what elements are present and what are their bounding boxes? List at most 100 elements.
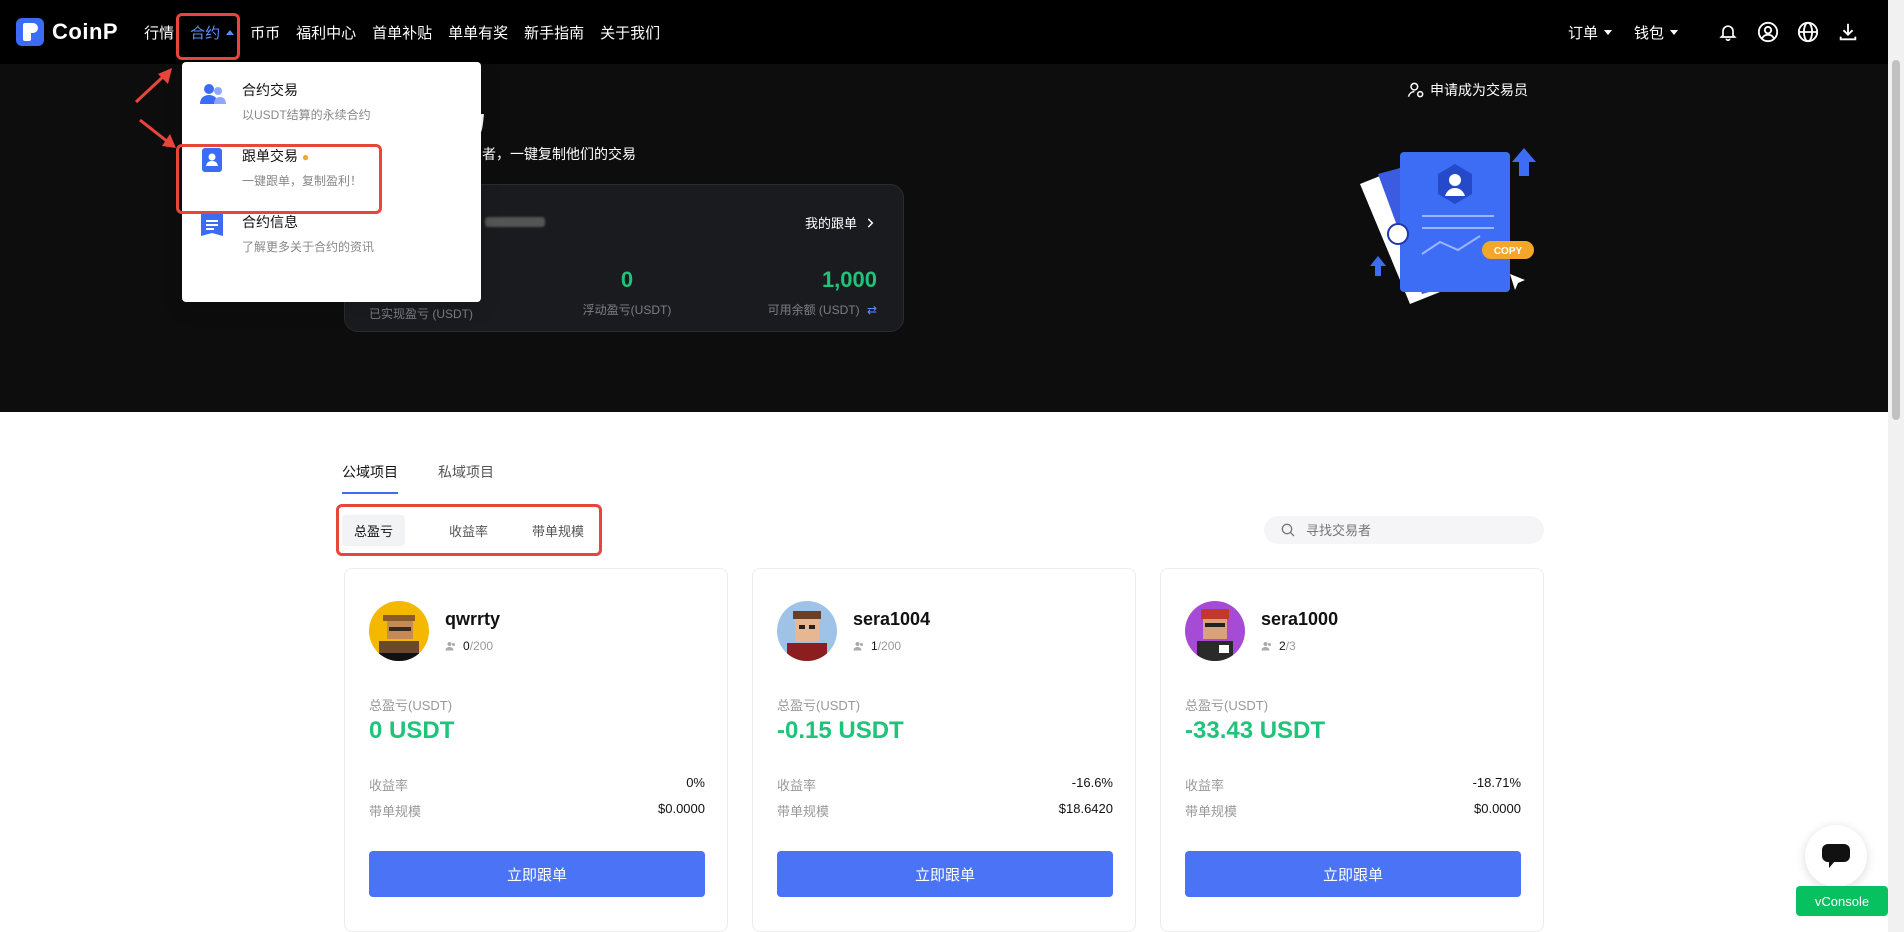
- user-icon[interactable]: [1756, 20, 1780, 44]
- globe-icon[interactable]: [1796, 20, 1820, 44]
- stat-floating-pnl: 0 浮动盈亏(USDT): [577, 267, 677, 318]
- dropdown-item-title: 合约信息: [242, 214, 298, 230]
- tab-public[interactable]: 公域项目: [342, 462, 398, 494]
- search-icon: [1281, 523, 1295, 537]
- follow-now-button[interactable]: 立即跟单: [369, 851, 705, 897]
- top-navbar: CoinP 行情 合约 币币 福利中心 首单补贴 单单有奖 新手指南 关于我们 …: [0, 0, 1888, 64]
- scrollbar-thumb[interactable]: [1892, 60, 1900, 420]
- bell-icon[interactable]: [1716, 20, 1740, 44]
- sort-total-pnl[interactable]: 总盈亏: [342, 514, 405, 546]
- tab-private[interactable]: 私域项目: [438, 462, 494, 494]
- dropdown-item-title: 合约交易: [242, 82, 298, 98]
- nav-item-guide[interactable]: 新手指南: [524, 22, 584, 43]
- nav-item-order-prize[interactable]: 单单有奖: [448, 22, 508, 43]
- stat-label: 可用余额 (USDT): [767, 303, 860, 317]
- nav-item-about[interactable]: 关于我们: [600, 22, 660, 43]
- nav-right: 订单 钱包: [1568, 0, 1860, 64]
- orders-menu[interactable]: 订单: [1568, 22, 1612, 43]
- follower-current: 2: [1279, 639, 1286, 653]
- vconsole-button[interactable]: vConsole: [1796, 886, 1888, 916]
- document-icon: [201, 214, 223, 236]
- my-follow-label: 我的跟单: [804, 216, 857, 231]
- roi-value: 0%: [686, 775, 705, 790]
- follower-count: 1/200: [853, 639, 901, 653]
- roi-label: 收益率: [1185, 778, 1225, 793]
- pnl-label: 总盈亏(USDT): [1185, 698, 1269, 713]
- aum-label: 带单规模: [1185, 804, 1238, 819]
- roi-value: -16.6%: [1071, 775, 1113, 790]
- nav-item-rewards[interactable]: 福利中心: [296, 22, 356, 43]
- follower-capacity: 200: [881, 639, 902, 653]
- aum-label: 带单规模: [777, 804, 830, 819]
- nav-item-spot[interactable]: 币币: [250, 22, 280, 43]
- logo-icon: [16, 18, 44, 46]
- page-scrollbar[interactable]: [1888, 0, 1904, 932]
- follower-capacity: 200: [473, 639, 494, 653]
- roi-row: 收益率 -16.6%: [777, 775, 1113, 794]
- pnl-label: 总盈亏(USDT): [369, 698, 453, 713]
- trader-card: qwrrty 0/200 总盈亏(USDT) 0 USDT 收益率 0% 带单规…: [344, 568, 728, 932]
- download-icon[interactable]: [1836, 20, 1860, 44]
- dropdown-item-contract-trade[interactable]: 合约交易 以USDT结算的永续合约: [198, 74, 468, 130]
- pnl-value: -0.15 USDT: [777, 717, 904, 744]
- dropdown-item-desc: 以USDT结算的永续合约: [242, 108, 371, 122]
- roi-row: 收益率 0%: [369, 775, 705, 794]
- follower-current: 0: [463, 639, 470, 653]
- aum-value: $18.6420: [1058, 801, 1113, 816]
- follower-current: 1: [871, 639, 878, 653]
- wallet-menu[interactable]: 钱包: [1634, 22, 1678, 43]
- transfer-icon[interactable]: ⇄: [867, 303, 877, 317]
- people-icon: [853, 642, 863, 651]
- stat-value: 1,000: [821, 267, 877, 292]
- orders-label: 订单: [1567, 24, 1598, 42]
- annotation-arrow-icon: [139, 118, 176, 148]
- blurred-username: [485, 217, 545, 227]
- nav-item-first-subsidy[interactable]: 首单补贴: [372, 22, 432, 43]
- my-follow-link[interactable]: 我的跟单: [805, 213, 877, 232]
- stat-value: 0: [620, 267, 634, 292]
- chat-icon: [1822, 844, 1850, 868]
- copy-trading-illustration: COPY: [1360, 148, 1536, 304]
- aum-row: 带单规模 $0.0000: [1185, 801, 1521, 820]
- pnl-label: 总盈亏(USDT): [777, 698, 861, 713]
- pnl-value: -33.43 USDT: [1185, 717, 1326, 744]
- trader-name[interactable]: sera1000: [1261, 609, 1338, 630]
- page: CoinP 行情 合约 币币 福利中心 首单补贴 单单有奖 新手指南 关于我们 …: [0, 0, 1904, 932]
- annotation-arrow-icon: [134, 68, 172, 104]
- aum-label: 带单规模: [369, 804, 422, 819]
- trader-name[interactable]: qwrrty: [445, 609, 500, 630]
- stat-available-balance: 1,000 可用余额 (USDT) ⇄: [768, 267, 877, 318]
- caret-down-icon: [1603, 29, 1612, 35]
- aum-row: 带单规模 $18.6420: [777, 801, 1113, 820]
- annotation-box-copy-trade: [176, 144, 382, 214]
- brand-logo[interactable]: CoinP: [16, 18, 118, 46]
- chat-support-button[interactable]: [1805, 825, 1867, 887]
- apply-trader-link[interactable]: 申请成为交易员: [1406, 80, 1528, 100]
- roi-label: 收益率: [777, 778, 817, 793]
- apply-trader-label: 申请成为交易员: [1430, 82, 1528, 98]
- aum-row: 带单规模 $0.0000: [369, 801, 705, 820]
- follower-count: 2/3: [1261, 639, 1296, 653]
- chevron-right-icon: [867, 217, 874, 228]
- dropdown-item-desc: 了解更多关于合约的资讯: [242, 240, 375, 254]
- caret-down-icon: [1670, 29, 1678, 35]
- follow-now-button[interactable]: 立即跟单: [777, 851, 1113, 897]
- follow-now-button[interactable]: 立即跟单: [1185, 851, 1521, 897]
- avatar[interactable]: [1185, 601, 1245, 661]
- search-input[interactable]: [1306, 522, 1506, 538]
- people-icon: [1261, 642, 1271, 651]
- nav-item-market[interactable]: 行情: [144, 22, 174, 43]
- roi-value: -18.71%: [1472, 775, 1521, 790]
- user-settings-icon: [1407, 82, 1424, 98]
- roi-label: 收益率: [369, 778, 409, 793]
- wallet-label: 钱包: [1633, 24, 1664, 42]
- sort-aum[interactable]: 带单规模: [520, 515, 596, 546]
- follower-capacity: 3: [1289, 639, 1296, 653]
- sort-roi[interactable]: 收益率: [437, 515, 500, 546]
- sort-options: 总盈亏 收益率 带单规模: [342, 514, 596, 546]
- stat-label: 浮动盈亏(USDT): [582, 303, 672, 317]
- trader-name[interactable]: sera1004: [853, 609, 930, 630]
- avatar[interactable]: [777, 601, 837, 661]
- dropdown-item-contract-info[interactable]: 合约信息 了解更多关于合约的资讯: [198, 206, 468, 262]
- avatar[interactable]: [369, 601, 429, 661]
